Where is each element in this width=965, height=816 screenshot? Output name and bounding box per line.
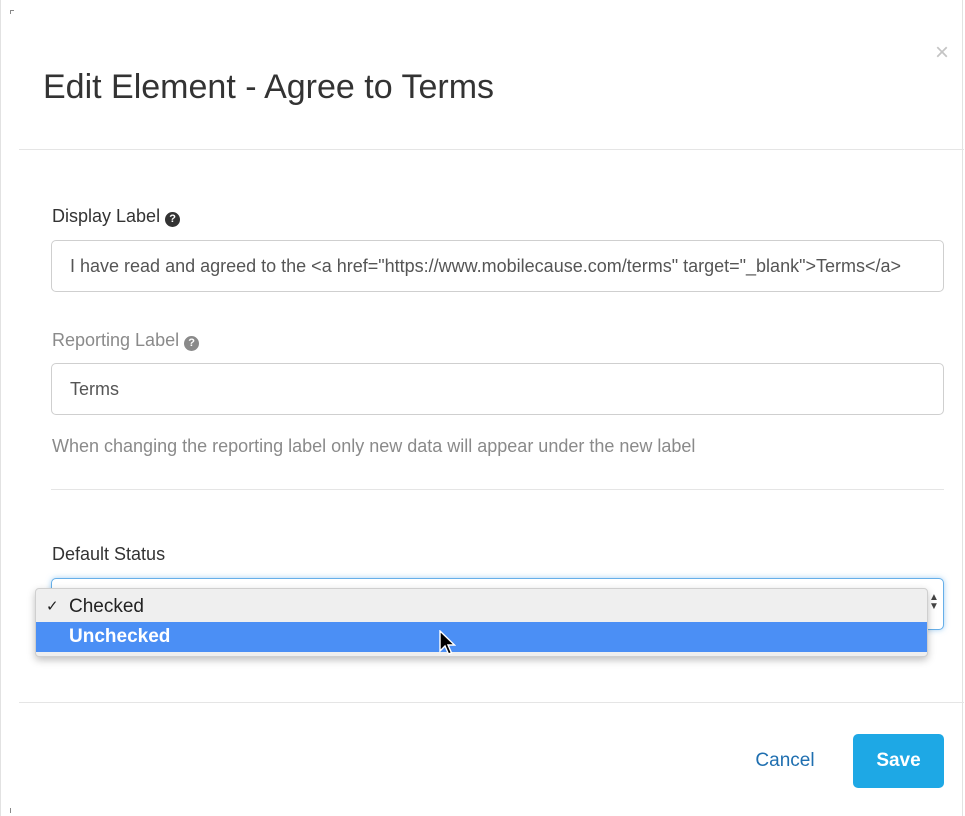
default-status-label: Default Status — [52, 544, 166, 564]
footer-divider — [19, 702, 964, 703]
display-label-text: Display Label — [52, 206, 161, 226]
dropdown-option-unchecked[interactable]: Unchecked — [36, 622, 927, 652]
question-circle-icon[interactable]: ? — [184, 336, 200, 351]
reporting-label-text: Reporting Label — [52, 330, 180, 350]
cancel-button[interactable]: Cancel — [737, 740, 833, 782]
reporting-label-help-text: When changing the reporting label only n… — [52, 436, 696, 456]
reporting-label-input[interactable] — [51, 363, 944, 415]
checkmark-icon: ✓ — [46, 598, 59, 615]
default-status-dropdown: ✓ Checked Unchecked — [35, 588, 928, 657]
section-divider — [51, 489, 944, 490]
display-label-input[interactable] — [51, 240, 944, 292]
reporting-label-label: Reporting Label? — [52, 330, 200, 351]
modal-title: Edit Element - Agree to Terms — [43, 68, 495, 106]
edit-element-modal: × Edit Element - Agree to Terms Display … — [0, 0, 964, 816]
dropdown-option-checked[interactable]: ✓ Checked — [36, 592, 927, 622]
option-label: Checked — [69, 596, 144, 617]
mouse-pointer-icon — [439, 630, 456, 655]
save-button[interactable]: Save — [853, 734, 944, 788]
corner-mark — [10, 10, 14, 14]
question-circle-icon[interactable]: ? — [165, 212, 181, 227]
display-label-label: Display Label? — [52, 206, 181, 227]
select-arrows-icon: ▲ ▼ — [929, 592, 939, 612]
header-divider — [19, 149, 964, 150]
option-label: Unchecked — [69, 626, 171, 647]
close-icon[interactable]: × — [929, 40, 955, 66]
corner-mark-bottom — [10, 808, 11, 813]
